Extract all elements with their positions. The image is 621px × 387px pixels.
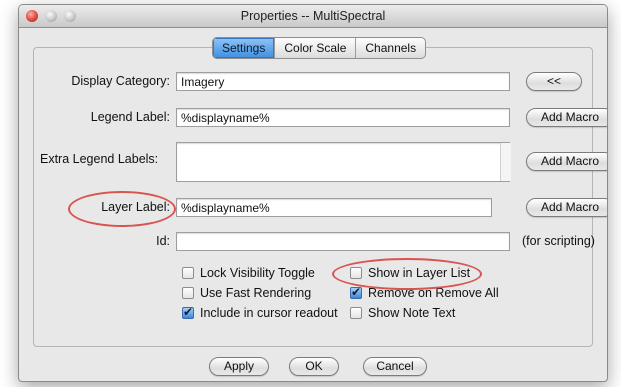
checkbox-checked-icon[interactable] bbox=[350, 285, 362, 299]
legend-label-label: Legend Label: bbox=[90, 110, 170, 124]
zoom-window-icon[interactable] bbox=[64, 10, 76, 22]
close-window-icon[interactable] bbox=[26, 10, 38, 22]
ok-button[interactable]: OK bbox=[289, 357, 339, 376]
cancel-button[interactable]: Cancel bbox=[363, 357, 427, 376]
id-note: (for scripting) bbox=[522, 234, 595, 248]
include-in-cursor-readout-checkbox[interactable]: Include in cursor readout bbox=[182, 305, 338, 320]
display-category-field[interactable]: Imagery bbox=[176, 72, 510, 91]
checkbox-icon[interactable] bbox=[350, 267, 362, 279]
apply-button[interactable]: Apply bbox=[209, 357, 269, 376]
tab-bar: Settings Color Scale Channels bbox=[212, 37, 427, 59]
tab-color-scale[interactable]: Color Scale bbox=[275, 38, 357, 58]
extra-legend-labels-scrollbar[interactable] bbox=[500, 143, 511, 181]
tab-channels[interactable]: Channels bbox=[356, 38, 425, 58]
show-note-text-checkbox[interactable]: Show Note Text bbox=[350, 306, 455, 320]
checkbox-icon[interactable] bbox=[350, 307, 362, 319]
extra-legend-labels-label: Extra Legend Labels: bbox=[40, 152, 159, 166]
minimize-window-icon[interactable] bbox=[45, 10, 57, 22]
tab-settings[interactable]: Settings bbox=[213, 38, 276, 58]
title-bar[interactable]: Properties -- MultiSpectral bbox=[19, 5, 607, 28]
checkbox-checked-icon[interactable] bbox=[182, 305, 194, 319]
properties-dialog: Properties -- MultiSpectral Settings Col… bbox=[18, 4, 608, 382]
layer-label-field[interactable]: %displayname% bbox=[176, 198, 492, 217]
window-title: Properties -- MultiSpectral bbox=[240, 9, 386, 23]
legend-label-field[interactable]: %displayname% bbox=[176, 108, 510, 127]
id-label: Id: bbox=[156, 234, 170, 248]
remove-on-remove-all-checkbox[interactable]: Remove on Remove All bbox=[350, 285, 499, 300]
checkbox-icon[interactable] bbox=[182, 267, 194, 279]
extra-legend-labels-textarea[interactable] bbox=[176, 142, 510, 182]
settings-panel: Display Category: Imagery << Legend Labe… bbox=[33, 47, 607, 347]
extra-legend-labels-add-macro-button[interactable]: Add Macro bbox=[526, 152, 607, 171]
layer-label-add-macro-button[interactable]: Add Macro bbox=[526, 198, 607, 217]
id-field[interactable] bbox=[176, 232, 510, 251]
checkbox-icon[interactable] bbox=[182, 287, 194, 299]
layer-label-label: Layer Label: bbox=[101, 200, 170, 214]
display-category-menu-button[interactable]: << bbox=[526, 72, 582, 91]
legend-label-add-macro-button[interactable]: Add Macro bbox=[526, 108, 607, 127]
show-in-layer-list-checkbox[interactable]: Show in Layer List bbox=[350, 266, 470, 280]
lock-visibility-toggle-checkbox[interactable]: Lock Visibility Toggle bbox=[182, 266, 315, 280]
display-category-label: Display Category: bbox=[71, 74, 170, 88]
use-fast-rendering-checkbox[interactable]: Use Fast Rendering bbox=[182, 286, 311, 300]
